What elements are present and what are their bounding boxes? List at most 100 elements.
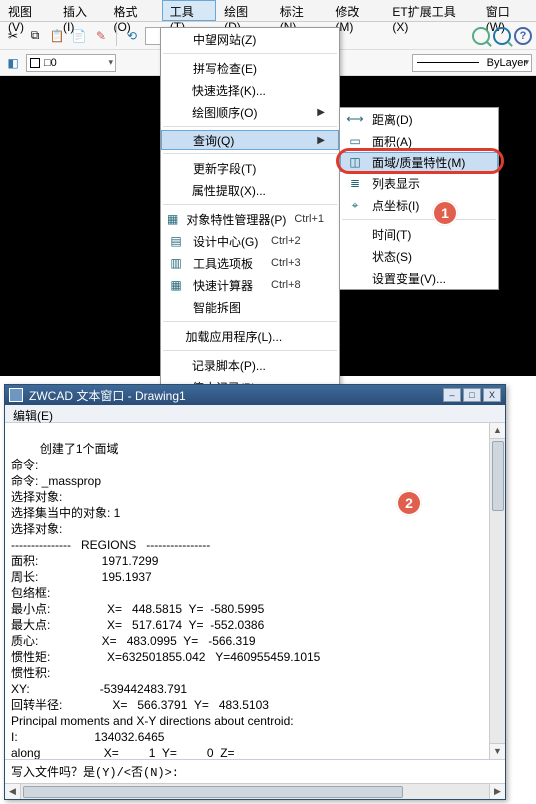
command-input[interactable]: 写入文件吗？是(Y)/<否(N)>: [5,759,505,783]
menu-separator [163,204,337,205]
titlebar[interactable]: ZWCAD 文本窗口 - Drawing1 – □ X [5,385,505,405]
clipboard-icon[interactable]: 📄 [70,27,88,45]
brush-icon[interactable]: ✎ [92,27,110,45]
zoom-icon[interactable] [472,27,490,45]
tools-item[interactable]: 拼写检查(E) [161,57,339,79]
menu-item-icon [167,299,185,315]
menu-item-label: 点坐标(I) [372,197,484,214]
scroll-down-icon[interactable]: ▼ [490,743,505,759]
menu-item-icon [167,160,185,176]
menu-item-label: 工具选项板 [193,255,263,272]
scroll-thumb[interactable] [492,441,504,511]
horizontal-scrollbar[interactable]: ◀ ▶ [5,783,505,799]
menu-item-label: 面积(A) [372,133,484,150]
menu-item-label: 设置变量(V)... [372,270,484,287]
menu-separator [342,219,496,220]
menu-item-icon [346,270,364,286]
query-item[interactable]: ⟷距离(D) [340,108,498,130]
menu-item-icon [167,182,184,198]
tools-item[interactable]: 智能拆图 [161,296,339,318]
console-output: 创建了1个面域 命令: 命令: _massprop 选择对象: 选择集当中的对象… [5,423,505,759]
menu-item-label: 状态(S) [372,248,484,265]
menu-窗口[interactable]: 窗口(W) [478,0,536,21]
tools-item[interactable]: 记录脚本(P)... [161,354,339,376]
menu-ET扩展工具[interactable]: ET扩展工具(X) [384,0,477,21]
tools-item[interactable]: 绘图顺序(O) ▶ [161,101,339,123]
menu-item-icon: ▦ [167,211,178,227]
menu-item-shortcut: Ctrl+1 [294,213,324,225]
menu-视图[interactable]: 视图(V) [0,0,55,21]
tools-item[interactable]: ▦对象特性管理器(P)Ctrl+1 [161,208,339,230]
menu-separator [163,126,337,127]
menu-separator [163,350,337,351]
layer-state-icon[interactable]: ◧ [4,54,22,72]
scroll-left-icon[interactable]: ◀ [5,784,21,799]
query-item[interactable]: 状态(S) [340,245,498,267]
menu-item-icon: ▤ [167,233,185,249]
undo-icon[interactable]: ⟲ [123,27,141,45]
tools-item[interactable]: ▤设计中心(G)Ctrl+2 [161,230,339,252]
query-item[interactable]: 时间(T) [340,223,498,245]
maximize-button[interactable]: □ [463,388,481,402]
tools-item[interactable]: ▦快速计算器Ctrl+8 [161,274,339,296]
menu-item-icon [167,104,184,120]
tools-item[interactable]: 属性提取(X)... [161,179,339,201]
menu-item-label: 记录脚本(P)... [192,357,266,374]
linetype-preview [417,62,479,63]
copy-icon[interactable]: ⧉ [26,27,44,45]
console-text: 创建了1个面域 命令: 命令: _massprop 选择对象: 选择集当中的对象… [11,442,320,759]
layer-selector[interactable]: □0 [26,54,116,72]
tools-item[interactable]: 查询(Q) ▶ [161,130,339,150]
menu-item-label: 绘图顺序(O) [192,104,257,121]
submenu-arrow-icon: ▶ [317,135,325,146]
submenu-arrow-icon: ▶ [317,107,325,118]
linetype-selector[interactable]: ByLayer [412,54,532,72]
menu-工具[interactable]: 工具(T) [162,0,216,21]
edit-menu[interactable]: 编辑(E) [5,405,505,423]
menu-item-label: 查询(Q) [193,132,255,149]
tools-item[interactable]: 快速选择(K)... [161,79,339,101]
scroll-right-icon[interactable]: ▶ [489,784,505,799]
menu-绘图[interactable]: 绘图(D) [216,0,272,21]
minimize-button[interactable]: – [443,388,461,402]
tools-item[interactable]: 加载应用程序(L)... [161,325,339,347]
menu-格式[interactable]: 格式(O) [105,0,161,21]
linetype-label: ByLayer [487,57,527,69]
tools-item[interactable]: 更新字段(T) [161,157,339,179]
scroll-up-icon[interactable]: ▲ [490,423,505,439]
vertical-scrollbar[interactable]: ▲ ▼ [489,423,505,759]
zoom-icon-2[interactable] [493,27,511,45]
menu-item-label: 中望网站(Z) [193,31,263,48]
annotation-circle [336,148,504,174]
tools-item[interactable]: 中望网站(Z) [161,28,339,50]
layer-color-swatch [30,58,40,68]
menu-item-icon: ⌖ [346,197,364,213]
menu-插入[interactable]: 插入(I) [55,0,105,21]
drawing-area[interactable]: 中望网站(Z)拼写检查(E)快速选择(K)...绘图顺序(O)▶查询(Q)▶更新… [0,76,536,376]
menu-separator [163,153,337,154]
menu-item-shortcut: Ctrl+3 [271,257,317,269]
query-submenu: ⟷距离(D)▭面积(A)◫面域/质量特性(M)≣列表显示⌖点坐标(I)时间(T)… [339,107,499,290]
menu-item-label: 加载应用程序(L)... [186,328,283,345]
menu-item-icon: ▦ [167,277,185,293]
query-item[interactable]: ≣列表显示 [340,172,498,194]
menu-修改[interactable]: 修改(M) [327,0,384,21]
menu-separator [163,321,337,322]
annotation-badge-1: 1 [432,200,458,226]
menu-item-icon [346,248,364,264]
query-item[interactable]: ⌖ 点坐标(I) [340,194,498,216]
tools-item[interactable]: ▥ 工具选项板 Ctrl+3 [161,252,339,274]
paste-icon[interactable]: 📋 [48,27,66,45]
scroll-thumb-h[interactable] [23,786,403,798]
menu-标注[interactable]: 标注(N) [272,0,328,21]
menu-item-label: 距离(D) [372,111,484,128]
app-icon [9,388,23,402]
scissors-icon[interactable]: ✂ [4,27,22,45]
query-item[interactable]: 设置变量(V)... [340,267,498,289]
help-icon[interactable]: ? [514,27,532,45]
menu-item-label: 智能拆图 [193,299,263,316]
close-button[interactable]: X [483,388,501,402]
menu-item-icon: ▥ [167,255,185,271]
menu-item-icon [167,60,185,76]
menu-item-icon [167,328,178,344]
